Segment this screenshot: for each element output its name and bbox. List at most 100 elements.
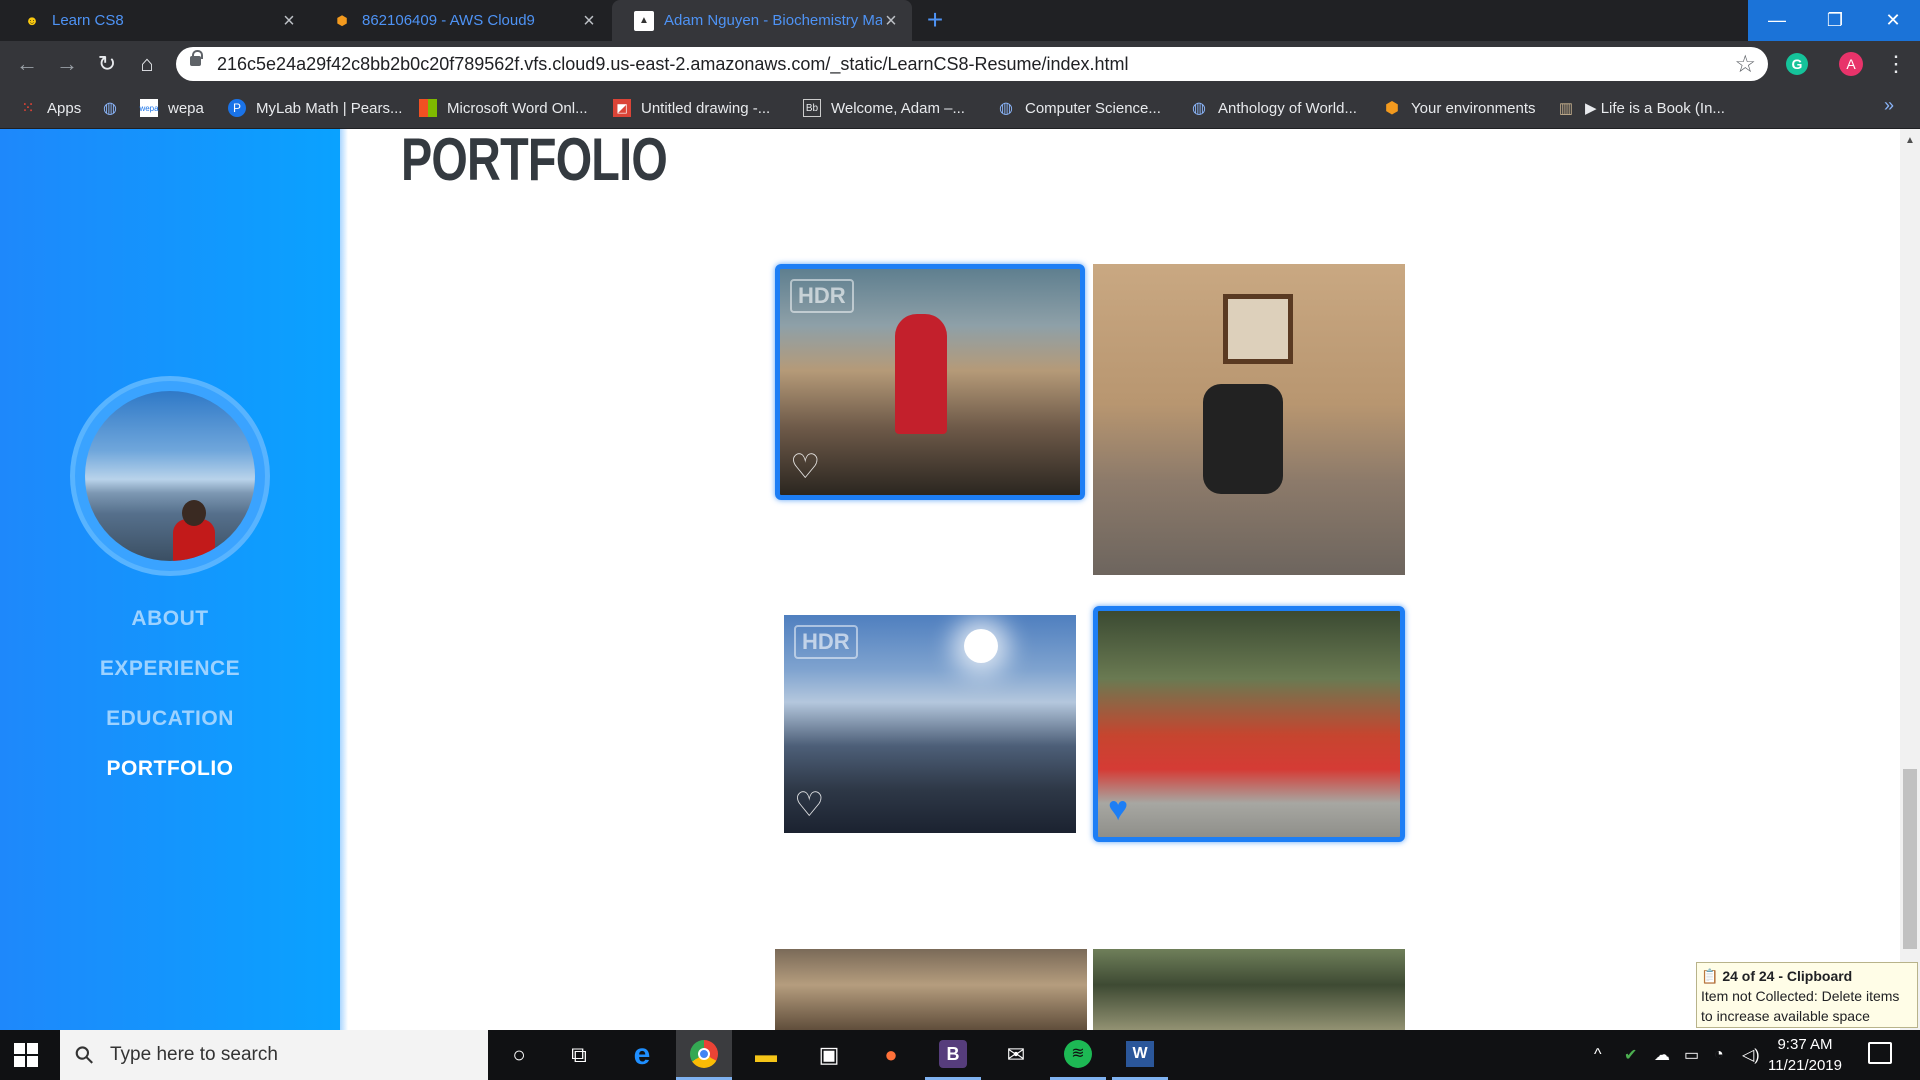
microsoft-icon	[419, 99, 437, 117]
taskbar-search-box[interactable]: ⚲ Type here to search	[60, 1030, 488, 1080]
bookmark-globe[interactable]: ◍	[101, 87, 129, 129]
bookmark-label: wepa	[168, 99, 204, 117]
clock-time: 9:37 AM	[1777, 1036, 1833, 1053]
bookmark-apps[interactable]: ⁙ Apps	[19, 87, 81, 129]
portfolio-photo-4[interactable]: ♥	[1093, 606, 1405, 842]
word-icon[interactable]: W	[1112, 1030, 1168, 1080]
profile-photo-head	[182, 500, 206, 526]
bookmark-environments[interactable]: ⬢ Your environments	[1383, 87, 1536, 129]
close-icon[interactable]: ×	[882, 11, 900, 31]
reload-icon[interactable]: ↻	[92, 49, 122, 79]
tab-resume[interactable]: ▲ Adam Nguyen - Biochemistry Ma ×	[612, 0, 912, 41]
bookmark-label: ▶ Life is a Book (In...	[1585, 100, 1725, 117]
bookmark-life-is-a-book[interactable]: ▥ ▶ Life is a Book (In...	[1557, 87, 1725, 129]
bookmark-label: MyLab Math | Pears...	[256, 99, 403, 117]
cortana-icon[interactable]: ○	[491, 1030, 547, 1080]
page-icon: ▲	[634, 10, 654, 31]
blackboard-icon: Bb	[803, 99, 821, 117]
bookmark-wepa[interactable]: wepa wepa	[139, 87, 204, 129]
search-placeholder[interactable]: Type here to search	[110, 1044, 278, 1066]
portfolio-photo-6[interactable]	[1093, 949, 1405, 1030]
close-icon[interactable]: ×	[580, 11, 598, 31]
restore-button[interactable]: ❐	[1806, 0, 1864, 41]
taskbar-clock[interactable]: 9:37 AM 11/21/2019	[1760, 1034, 1850, 1076]
grammarly-extension-icon[interactable]: G	[1786, 53, 1808, 75]
nav-about[interactable]: ABOUT	[0, 607, 340, 631]
nav-portfolio[interactable]: PORTFOLIO	[0, 757, 340, 781]
tray-overflow-icon[interactable]: ^	[1594, 1030, 1602, 1080]
clipboard-notification[interactable]: 📋 24 of 24 - Clipboard Item not Collecte…	[1696, 962, 1918, 1028]
bookmark-label: Welcome, Adam –...	[831, 99, 965, 117]
forward-arrow-icon[interactable]: →	[52, 49, 82, 79]
close-window-button[interactable]: ✕	[1864, 0, 1920, 41]
menu-dots-icon[interactable]: ⋮	[1885, 49, 1907, 79]
browser-toolbar: ← → ↻ ⌂ 216c5e24a29f42c8bb2b0c20f789562f…	[0, 41, 1920, 87]
firefox-icon[interactable]: ●	[863, 1030, 919, 1080]
windows-start-button[interactable]	[14, 1043, 38, 1067]
home-icon[interactable]: ⌂	[132, 49, 162, 79]
minimize-button[interactable]: —	[1748, 0, 1806, 41]
aws-cloud9-icon: ⬢	[336, 12, 348, 28]
bookmark-word-online[interactable]: Microsoft Word Onl...	[419, 87, 588, 129]
globe-icon: ◍	[999, 100, 1013, 117]
action-center-icon[interactable]	[1868, 1042, 1892, 1064]
drawing-icon: ◩	[613, 99, 631, 117]
chrome-icon[interactable]	[676, 1030, 732, 1080]
tab-title: Learn CS8	[52, 12, 124, 29]
cs8-logo-icon: ☻	[25, 13, 39, 28]
photo-chair	[1203, 384, 1283, 494]
globe-icon: ◍	[1192, 100, 1206, 117]
bookmark-computer-science[interactable]: ◍ Computer Science...	[997, 87, 1161, 129]
nav-experience[interactable]: EXPERIENCE	[0, 657, 340, 681]
volume-icon[interactable]: ◁)	[1742, 1030, 1760, 1080]
mail-icon[interactable]: ✉	[988, 1030, 1044, 1080]
page-viewport: ABOUT EXPERIENCE EDUCATION PORTFOLIO POR…	[0, 129, 1920, 1030]
file-explorer-icon[interactable]: ▬	[738, 1030, 794, 1080]
new-tab-button[interactable]: +	[921, 6, 949, 34]
tab-title: Adam Nguyen - Biochemistry Ma	[664, 12, 882, 29]
edge-icon[interactable]: e	[614, 1030, 670, 1080]
tab-learn-cs8[interactable]: ☻ Learn CS8 ×	[0, 0, 310, 41]
back-arrow-icon[interactable]: ←	[12, 49, 42, 79]
bookmark-star-icon[interactable]: ☆	[1734, 50, 1756, 79]
address-bar[interactable]: 216c5e24a29f42c8bb2b0c20f789562f.vfs.clo…	[176, 47, 1768, 81]
bookmark-label: Your environments	[1411, 99, 1536, 117]
clipboard-title: 24 of 24 - Clipboard	[1722, 968, 1853, 984]
close-icon[interactable]: ×	[280, 11, 298, 31]
hdr-badge: HDR	[790, 279, 854, 313]
address-url[interactable]: 216c5e24a29f42c8bb2b0c20f789562f.vfs.clo…	[217, 54, 1129, 75]
heart-icon[interactable]: ♥	[1108, 790, 1128, 829]
scrollbar-thumb[interactable]	[1903, 769, 1917, 949]
portfolio-photo-1[interactable]: HDR ♡	[775, 264, 1085, 500]
profile-avatar[interactable]: A	[1839, 52, 1863, 76]
wifi-icon[interactable]: ◔	[1714, 1030, 1724, 1080]
lock-icon[interactable]	[190, 50, 203, 66]
spotify-icon[interactable]: ≋	[1050, 1030, 1106, 1080]
page-scrollbar[interactable]: ▲	[1900, 129, 1920, 1030]
photo-sun	[964, 629, 998, 663]
portfolio-photo-5[interactable]	[775, 949, 1087, 1030]
browser-tab-strip: ☻ Learn CS8 × ⬢ 862106409 - AWS Cloud9 ×…	[0, 0, 1920, 41]
bookmark-label: Computer Science...	[1025, 99, 1161, 117]
portfolio-photo-3[interactable]: HDR ♡	[784, 615, 1076, 833]
tab-aws-cloud9[interactable]: ⬢ 862106409 - AWS Cloud9 ×	[310, 0, 610, 41]
onedrive-icon[interactable]: ☁	[1654, 1030, 1670, 1080]
portfolio-photo-2[interactable]	[1093, 264, 1405, 575]
bookmark-drawing[interactable]: ◩ Untitled drawing -...	[613, 87, 770, 129]
heart-icon[interactable]: ♡	[790, 447, 820, 487]
security-tray-icon[interactable]: ✔	[1624, 1030, 1637, 1080]
bookmarks-overflow-button[interactable]: »	[1884, 95, 1894, 116]
heart-icon[interactable]: ♡	[794, 785, 824, 825]
photo-figure	[895, 314, 947, 434]
nav-education[interactable]: EDUCATION	[0, 707, 340, 731]
bookmark-anthology[interactable]: ◍ Anthology of World...	[1190, 87, 1357, 129]
bootstrap-icon[interactable]: B	[925, 1030, 981, 1080]
bookmark-mylab[interactable]: P MyLab Math | Pears...	[228, 87, 402, 129]
bookmark-blackboard[interactable]: Bb Welcome, Adam –...	[803, 87, 965, 129]
scroll-up-arrow-icon[interactable]: ▲	[1905, 135, 1915, 146]
battery-icon[interactable]: ▭	[1684, 1030, 1699, 1080]
task-view-icon[interactable]: ⧉	[551, 1030, 607, 1080]
windows-taskbar: ⚲ Type here to search ○ ⧉ e ▬ ▣ ● B ✉ ≋ …	[0, 1030, 1920, 1080]
clock-date: 11/21/2019	[1768, 1057, 1842, 1074]
store-icon[interactable]: ▣	[801, 1030, 857, 1080]
